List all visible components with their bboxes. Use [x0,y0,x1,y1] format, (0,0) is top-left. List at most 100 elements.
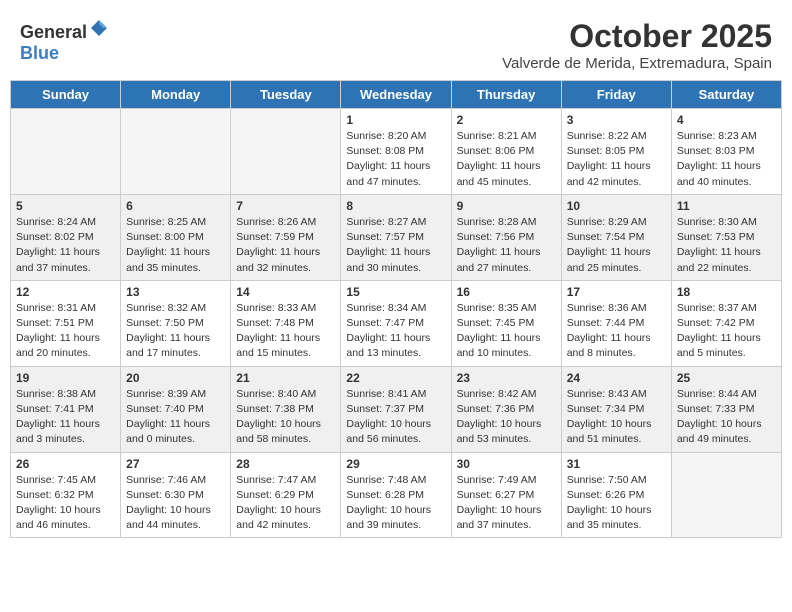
day-info: Sunrise: 8:41 AM Sunset: 7:37 PM Dayligh… [346,387,445,448]
day-info: Sunrise: 8:25 AM Sunset: 8:00 PM Dayligh… [126,215,225,276]
calendar-cell: 6 Sunrise: 8:25 AM Sunset: 8:00 PM Daylig… [121,194,231,280]
day-number: 18 [677,285,776,299]
logo: General Blue [20,18,109,64]
calendar-cell: 24 Sunrise: 8:43 AM Sunset: 7:34 PM Dayli… [561,366,671,452]
day-info: Sunrise: 8:36 AM Sunset: 7:44 PM Dayligh… [567,301,666,362]
weekday-header-friday: Friday [561,81,671,109]
calendar-cell: 13 Sunrise: 8:32 AM Sunset: 7:50 PM Dayli… [121,280,231,366]
day-number: 20 [126,371,225,385]
day-info: Sunrise: 8:43 AM Sunset: 7:34 PM Dayligh… [567,387,666,448]
day-number: 13 [126,285,225,299]
day-info: Sunrise: 7:48 AM Sunset: 6:28 PM Dayligh… [346,473,445,534]
calendar-cell: 30 Sunrise: 7:49 AM Sunset: 6:27 PM Dayli… [451,452,561,538]
calendar-cell: 23Sunrise: 8:42 AM Sunset: 7:36 PM Dayli… [451,366,561,452]
calendar-cell: 27 Sunrise: 7:46 AM Sunset: 6:30 PM Dayli… [121,452,231,538]
month-title: October 2025 [502,18,772,55]
day-info: Sunrise: 8:28 AM Sunset: 7:56 PM Dayligh… [457,215,556,276]
calendar-cell [121,109,231,195]
day-number: 5 [16,199,115,213]
logo-blue: Blue [20,43,59,63]
day-number: 17 [567,285,666,299]
day-number: 4 [677,113,776,127]
day-number: 21 [236,371,335,385]
day-info: Sunrise: 8:32 AM Sunset: 7:50 PM Dayligh… [126,301,225,362]
weekday-header-saturday: Saturday [671,81,781,109]
day-number: 12 [16,285,115,299]
calendar-table: SundayMondayTuesdayWednesdayThursdayFrid… [10,80,782,538]
calendar-cell: 2 Sunrise: 8:21 AM Sunset: 8:06 PM Daylig… [451,109,561,195]
day-number: 25 [677,371,776,385]
calendar-cell: 21Sunrise: 8:40 AM Sunset: 7:38 PM Dayli… [231,366,341,452]
calendar-cell: 12 Sunrise: 8:31 AM Sunset: 7:51 PM Dayli… [11,280,121,366]
day-info: Sunrise: 8:30 AM Sunset: 7:53 PM Dayligh… [677,215,776,276]
day-number: 9 [457,199,556,213]
calendar-cell: 20 Sunrise: 8:39 AM Sunset: 7:40 PM Dayli… [121,366,231,452]
calendar-cell: 14Sunrise: 8:33 AM Sunset: 7:48 PM Dayli… [231,280,341,366]
calendar-cell: 28 Sunrise: 7:47 AM Sunset: 6:29 PM Dayli… [231,452,341,538]
weekday-header-sunday: Sunday [11,81,121,109]
day-number: 15 [346,285,445,299]
calendar-cell: 3Sunrise: 8:22 AM Sunset: 8:05 PM Daylig… [561,109,671,195]
day-info: Sunrise: 8:21 AM Sunset: 8:06 PM Dayligh… [457,129,556,190]
day-number: 27 [126,457,225,471]
day-number: 30 [457,457,556,471]
page-header: General Blue October 2025 Valverde de Me… [10,10,782,76]
day-number: 28 [236,457,335,471]
day-info: Sunrise: 8:24 AM Sunset: 8:02 PM Dayligh… [16,215,115,276]
calendar-cell: 17 Sunrise: 8:36 AM Sunset: 7:44 PM Dayli… [561,280,671,366]
day-info: Sunrise: 8:38 AM Sunset: 7:41 PM Dayligh… [16,387,115,448]
calendar-cell: 19 Sunrise: 8:38 AM Sunset: 7:41 PM Dayli… [11,366,121,452]
calendar-cell: 8Sunrise: 8:27 AM Sunset: 7:57 PM Daylig… [341,194,451,280]
day-info: Sunrise: 8:34 AM Sunset: 7:47 PM Dayligh… [346,301,445,362]
calendar-cell: 11 Sunrise: 8:30 AM Sunset: 7:53 PM Dayli… [671,194,781,280]
weekday-header-wednesday: Wednesday [341,81,451,109]
day-number: 19 [16,371,115,385]
calendar-cell: 29Sunrise: 7:48 AM Sunset: 6:28 PM Dayli… [341,452,451,538]
day-number: 16 [457,285,556,299]
calendar-cell [671,452,781,538]
day-info: Sunrise: 8:29 AM Sunset: 7:54 PM Dayligh… [567,215,666,276]
day-number: 24 [567,371,666,385]
day-number: 3 [567,113,666,127]
calendar-week-row: 5 Sunrise: 8:24 AM Sunset: 8:02 PM Daylig… [11,194,782,280]
calendar-cell: 25Sunrise: 8:44 AM Sunset: 7:33 PM Dayli… [671,366,781,452]
calendar-cell: 15 Sunrise: 8:34 AM Sunset: 7:47 PM Dayli… [341,280,451,366]
day-info: Sunrise: 8:33 AM Sunset: 7:48 PM Dayligh… [236,301,335,362]
calendar-cell: 9 Sunrise: 8:28 AM Sunset: 7:56 PM Daylig… [451,194,561,280]
day-number: 10 [567,199,666,213]
day-number: 8 [346,199,445,213]
day-info: Sunrise: 8:20 AM Sunset: 8:08 PM Dayligh… [346,129,445,190]
calendar-cell: 26Sunrise: 7:45 AM Sunset: 6:32 PM Dayli… [11,452,121,538]
calendar-cell [11,109,121,195]
calendar-cell: 5 Sunrise: 8:24 AM Sunset: 8:02 PM Daylig… [11,194,121,280]
weekday-header-tuesday: Tuesday [231,81,341,109]
day-info: Sunrise: 8:23 AM Sunset: 8:03 PM Dayligh… [677,129,776,190]
day-info: Sunrise: 8:37 AM Sunset: 7:42 PM Dayligh… [677,301,776,362]
logo-general: General [20,22,87,42]
day-number: 7 [236,199,335,213]
calendar-cell [231,109,341,195]
day-number: 2 [457,113,556,127]
day-number: 6 [126,199,225,213]
day-number: 22 [346,371,445,385]
weekday-header-row: SundayMondayTuesdayWednesdayThursdayFrid… [11,81,782,109]
day-info: Sunrise: 8:39 AM Sunset: 7:40 PM Dayligh… [126,387,225,448]
day-number: 11 [677,199,776,213]
day-number: 23 [457,371,556,385]
calendar-cell: 7Sunrise: 8:26 AM Sunset: 7:59 PM Daylig… [231,194,341,280]
day-info: Sunrise: 7:47 AM Sunset: 6:29 PM Dayligh… [236,473,335,534]
day-info: Sunrise: 7:46 AM Sunset: 6:30 PM Dayligh… [126,473,225,534]
calendar-week-row: 26Sunrise: 7:45 AM Sunset: 6:32 PM Dayli… [11,452,782,538]
day-info: Sunrise: 8:31 AM Sunset: 7:51 PM Dayligh… [16,301,115,362]
day-info: Sunrise: 7:50 AM Sunset: 6:26 PM Dayligh… [567,473,666,534]
calendar-cell: 16Sunrise: 8:35 AM Sunset: 7:45 PM Dayli… [451,280,561,366]
calendar-week-row: 12 Sunrise: 8:31 AM Sunset: 7:51 PM Dayli… [11,280,782,366]
location-title: Valverde de Merida, Extremadura, Spain [502,55,772,72]
title-block: October 2025 Valverde de Merida, Extrema… [502,18,772,72]
day-info: Sunrise: 7:49 AM Sunset: 6:27 PM Dayligh… [457,473,556,534]
calendar-cell: 10 Sunrise: 8:29 AM Sunset: 7:54 PM Dayli… [561,194,671,280]
weekday-header-monday: Monday [121,81,231,109]
day-info: Sunrise: 7:45 AM Sunset: 6:32 PM Dayligh… [16,473,115,534]
calendar-cell: 4 Sunrise: 8:23 AM Sunset: 8:03 PM Daylig… [671,109,781,195]
calendar-cell: 18 Sunrise: 8:37 AM Sunset: 7:42 PM Dayli… [671,280,781,366]
